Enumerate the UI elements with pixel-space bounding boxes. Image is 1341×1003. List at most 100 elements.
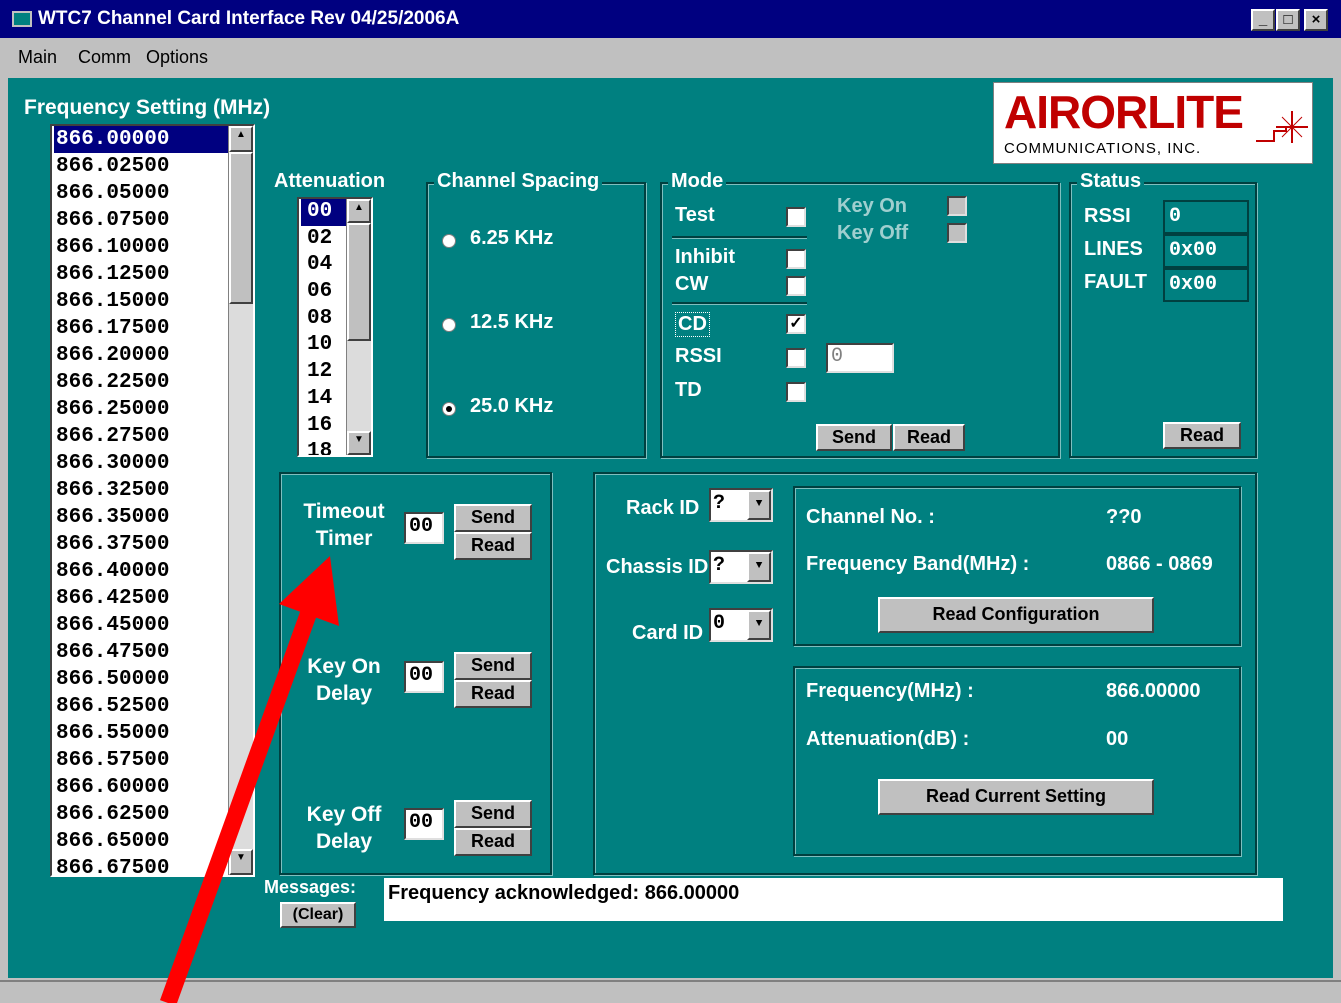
current-frequency-value: 866.00000 xyxy=(1106,680,1201,702)
td-checkbox[interactable] xyxy=(786,382,806,402)
frequency-item[interactable]: 866.50000 xyxy=(54,666,228,693)
key-off-delay-input[interactable]: 00 xyxy=(404,808,444,840)
rssi-checkbox[interactable] xyxy=(786,348,806,368)
frequency-item[interactable]: 866.37500 xyxy=(54,531,228,558)
radio-12-5[interactable] xyxy=(442,318,456,332)
key-off-delay-read-button[interactable]: Read xyxy=(454,828,532,856)
attenuation-item[interactable]: 12 xyxy=(301,359,349,386)
cw-checkbox[interactable] xyxy=(786,276,806,296)
key-on-label: Key On xyxy=(837,195,908,217)
frequency-item[interactable]: 866.07500 xyxy=(54,207,228,234)
scroll-down-icon[interactable]: ▼ xyxy=(229,849,253,875)
attenuation-item[interactable]: 14 xyxy=(301,386,349,413)
key-on-delay-input[interactable]: 00 xyxy=(404,661,444,693)
read-configuration-button[interactable]: Read Configuration xyxy=(878,597,1154,633)
frequency-item[interactable]: 866.00000 xyxy=(54,126,228,153)
menu-main[interactable]: Main xyxy=(18,47,57,68)
radio-6-25[interactable] xyxy=(442,234,456,248)
attenuation-item[interactable]: 10 xyxy=(301,332,349,359)
frequency-item[interactable]: 866.02500 xyxy=(54,153,228,180)
frequency-item[interactable]: 866.10000 xyxy=(54,234,228,261)
frequency-item[interactable]: 866.22500 xyxy=(54,369,228,396)
key-on-delay-read-button[interactable]: Read xyxy=(454,680,532,708)
rssi-input[interactable]: 0 xyxy=(826,343,894,373)
chevron-down-icon[interactable]: ▼ xyxy=(747,490,771,520)
minimize-button[interactable]: _ xyxy=(1251,9,1275,31)
frequency-list[interactable]: 866.00000 866.02500 866.05000 866.07500 866.… xyxy=(50,124,255,877)
attenuation-item[interactable]: 02 xyxy=(301,226,349,253)
frequency-item[interactable]: 866.27500 xyxy=(54,423,228,450)
key-on-delay-send-button[interactable]: Send xyxy=(454,652,532,680)
chassis-id-select[interactable]: ? ▼ xyxy=(709,550,773,584)
attenuation-item[interactable]: 00 xyxy=(301,199,349,226)
key-off-checkbox[interactable] xyxy=(947,223,967,243)
frequency-item[interactable]: 866.35000 xyxy=(54,504,228,531)
channel-spacing-title: Channel Spacing xyxy=(434,170,603,193)
card-id-select[interactable]: 0 ▼ xyxy=(709,608,773,642)
frequency-item[interactable]: 866.17500 xyxy=(54,315,228,342)
attenuation-item[interactable]: 08 xyxy=(301,306,349,333)
cd-checkbox[interactable]: ✓ xyxy=(786,314,806,334)
timeout-read-button[interactable]: Read xyxy=(454,532,532,560)
close-button[interactable]: × xyxy=(1304,9,1328,31)
rack-id-select[interactable]: ? ▼ xyxy=(709,488,773,522)
attenuation-item[interactable]: 16 xyxy=(301,413,349,440)
frequency-item[interactable]: 866.25000 xyxy=(54,396,228,423)
key-off-delay-line1: Key Off xyxy=(306,803,382,826)
window-title: WTC7 Channel Card Interface Rev 04/25/20… xyxy=(38,8,460,29)
frequency-item[interactable]: 866.30000 xyxy=(54,450,228,477)
menu-options[interactable]: Options xyxy=(146,47,208,68)
frequency-item[interactable]: 866.12500 xyxy=(54,261,228,288)
status-rssi-value: 0 xyxy=(1163,200,1249,234)
frequency-item[interactable]: 866.15000 xyxy=(54,288,228,315)
scroll-thumb[interactable] xyxy=(229,152,253,304)
timeout-timer-input[interactable]: 00 xyxy=(404,512,444,544)
clear-messages-button[interactable]: (Clear) xyxy=(280,902,356,928)
frequency-scrollbar[interactable]: ▲ ▼ xyxy=(228,126,253,875)
frequency-item[interactable]: 866.55000 xyxy=(54,720,228,747)
frequency-item[interactable]: 866.45000 xyxy=(54,612,228,639)
chassis-id-value: ? xyxy=(713,554,726,577)
title-bar[interactable]: WTC7 Channel Card Interface Rev 04/25/20… xyxy=(0,0,1341,38)
frequency-item[interactable]: 866.67500 xyxy=(54,855,228,875)
mode-send-button[interactable]: Send xyxy=(816,424,892,451)
frequency-item[interactable]: 866.47500 xyxy=(54,639,228,666)
frequency-item[interactable]: 866.20000 xyxy=(54,342,228,369)
maximize-button[interactable]: □ xyxy=(1276,9,1300,31)
scroll-up-icon[interactable]: ▲ xyxy=(347,199,371,223)
frequency-item[interactable]: 866.40000 xyxy=(54,558,228,585)
attenuation-list[interactable]: 00 02 04 06 08 10 12 14 16 18 ▲ ▼ xyxy=(297,197,373,457)
read-current-setting-button[interactable]: Read Current Setting xyxy=(878,779,1154,815)
chevron-down-icon[interactable]: ▼ xyxy=(747,610,771,640)
chevron-down-icon[interactable]: ▼ xyxy=(747,552,771,582)
frequency-item[interactable]: 866.65000 xyxy=(54,828,228,855)
mode-read-button[interactable]: Read xyxy=(893,424,965,451)
card-id-value: 0 xyxy=(713,612,726,635)
logo-sub-text: COMMUNICATIONS, INC. xyxy=(1004,140,1202,157)
scroll-thumb[interactable] xyxy=(347,223,371,341)
scroll-down-icon[interactable]: ▼ xyxy=(347,431,371,455)
test-checkbox[interactable] xyxy=(786,207,806,227)
frequency-item[interactable]: 866.42500 xyxy=(54,585,228,612)
frequency-item[interactable]: 866.60000 xyxy=(54,774,228,801)
attenuation-item[interactable]: 18 xyxy=(301,439,349,455)
key-off-delay-send-button[interactable]: Send xyxy=(454,800,532,828)
scroll-up-icon[interactable]: ▲ xyxy=(229,126,253,152)
timeout-send-button[interactable]: Send xyxy=(454,504,532,532)
frequency-item[interactable]: 866.62500 xyxy=(54,801,228,828)
attenuation-item[interactable]: 06 xyxy=(301,279,349,306)
status-read-button[interactable]: Read xyxy=(1163,422,1241,449)
inhibit-checkbox[interactable] xyxy=(786,249,806,269)
menu-comm[interactable]: Comm xyxy=(78,47,131,68)
frequency-item[interactable]: 866.32500 xyxy=(54,477,228,504)
attenuation-scrollbar[interactable]: ▲ ▼ xyxy=(346,199,371,455)
timeout-line2: Timer xyxy=(315,527,373,550)
frequency-item[interactable]: 866.52500 xyxy=(54,693,228,720)
key-on-checkbox[interactable] xyxy=(947,196,967,216)
frequency-item[interactable]: 866.05000 xyxy=(54,180,228,207)
attenuation-item[interactable]: 04 xyxy=(301,252,349,279)
status-lines-label: LINES xyxy=(1084,238,1143,260)
radio-25-0[interactable] xyxy=(442,402,456,416)
frequency-item[interactable]: 866.57500 xyxy=(54,747,228,774)
app-icon[interactable] xyxy=(12,11,32,27)
